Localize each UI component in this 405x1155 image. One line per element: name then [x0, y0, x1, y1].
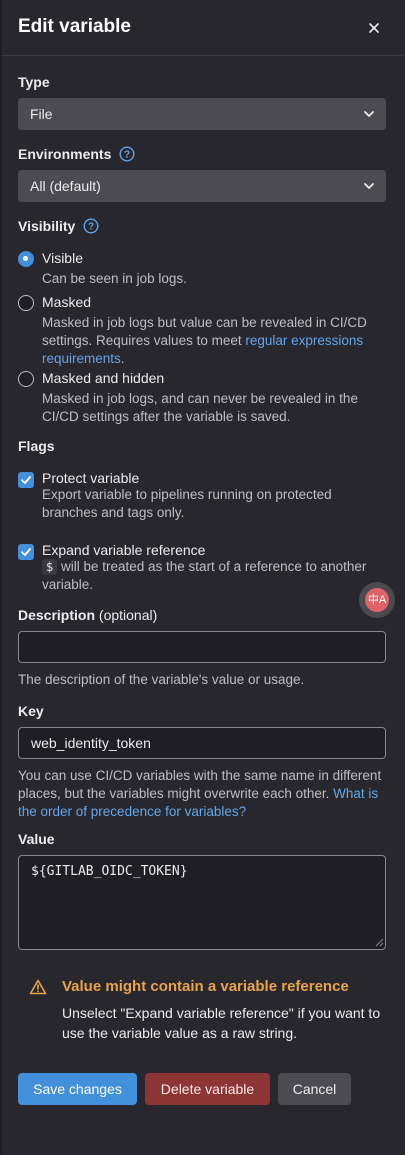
masked-hidden-desc: Masked in job logs, and can never be rev…	[42, 391, 358, 424]
drawer-title: Edit variable	[18, 16, 131, 37]
key-input[interactable]: web_identity_token	[18, 727, 386, 759]
expand-variable-checkbox[interactable]	[18, 544, 34, 560]
masked-desc-end: .	[120, 351, 125, 366]
translate-icon: 中A	[365, 588, 389, 612]
key-label: Key	[18, 703, 44, 719]
help-icon[interactable]: ?	[83, 218, 99, 234]
optional-tag: (optional)	[98, 607, 158, 623]
protect-variable-checkbox[interactable]	[18, 472, 34, 488]
chevron-down-icon	[364, 183, 374, 189]
key-help-text: You can use CI/CD variables with the sam…	[18, 768, 382, 801]
type-select[interactable]: File	[18, 98, 386, 130]
check-icon	[21, 476, 31, 484]
visible-title: Visible	[42, 250, 83, 266]
visibility-label: Visibility ?	[18, 218, 99, 234]
check-icon	[21, 548, 31, 556]
type-select-value: File	[30, 106, 53, 122]
cancel-button[interactable]: Cancel	[278, 1073, 351, 1105]
environments-select[interactable]: All (default)	[18, 170, 386, 202]
save-changes-button[interactable]: Save changes	[18, 1073, 137, 1105]
environments-label-text: Environments	[18, 146, 112, 162]
resize-handle-icon[interactable]	[375, 938, 384, 947]
expand-variable-desc: $ will be treated as the start of a refe…	[42, 558, 382, 594]
description-help: The description of the variable's value …	[18, 672, 305, 687]
description-label-text: Description	[18, 607, 96, 623]
protect-variable-desc: Export variable to pipelines running on …	[42, 487, 332, 520]
drawer-header: Edit variable	[2, 0, 405, 56]
close-button[interactable]	[362, 16, 386, 40]
environments-select-value: All (default)	[30, 178, 101, 194]
svg-text:?: ?	[124, 150, 130, 161]
alert-title: Value might contain a variable reference	[62, 978, 349, 995]
expand-variable-title: Expand variable reference	[42, 542, 206, 558]
type-label: Type	[18, 74, 50, 90]
visibility-label-text: Visibility	[18, 218, 76, 234]
alert-body: Unselect "Expand variable reference" if …	[62, 1005, 381, 1041]
visible-radio[interactable]	[18, 251, 34, 267]
masked-hidden-title: Masked and hidden	[42, 370, 165, 386]
svg-text:?: ?	[88, 222, 94, 233]
warning-icon	[29, 979, 47, 995]
environments-label: Environments ?	[18, 146, 135, 162]
expand-variable-desc-text: will be treated as the start of a refere…	[42, 559, 367, 592]
visible-desc: Can be seen in job logs.	[42, 271, 187, 286]
value-label: Value	[18, 831, 55, 847]
flags-label: Flags	[18, 438, 55, 454]
dollar-code-chip: $	[42, 559, 58, 575]
masked-hidden-radio[interactable]	[18, 371, 34, 387]
chevron-down-icon	[364, 111, 374, 117]
value-textarea[interactable]: ${GITLAB_OIDC_TOKEN}	[18, 855, 386, 950]
translate-extension-button[interactable]: 中A	[359, 582, 395, 618]
close-icon	[369, 23, 379, 33]
protect-variable-title: Protect variable	[42, 470, 140, 486]
delete-variable-button[interactable]: Delete variable	[145, 1073, 270, 1105]
masked-radio[interactable]	[18, 295, 34, 311]
masked-title: Masked	[42, 294, 92, 310]
description-label: Description (optional)	[18, 607, 157, 623]
edit-variable-drawer: Edit variable Type File Environments ? A…	[2, 0, 405, 1155]
help-icon[interactable]: ?	[119, 146, 135, 162]
key-help: You can use CI/CD variables with the sam…	[18, 767, 388, 821]
description-input[interactable]	[18, 631, 386, 663]
masked-desc: Masked in job logs but value can be reve…	[42, 314, 382, 368]
variable-reference-alert: Value might contain a variable reference…	[2, 965, 405, 1051]
